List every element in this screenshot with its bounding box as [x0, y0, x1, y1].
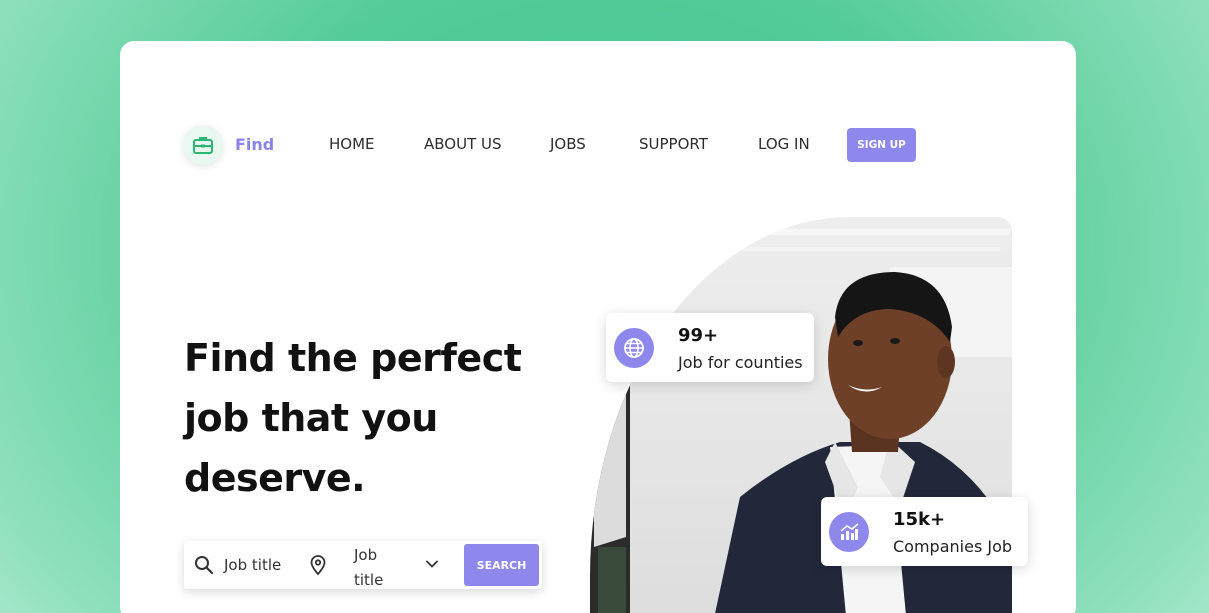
headline-line-2: job that you — [184, 396, 438, 440]
nav-support[interactable]: SUPPORT — [639, 135, 708, 153]
stat-value: 15k+ — [893, 509, 946, 530]
nav-log-in[interactable]: LOG IN — [758, 135, 810, 153]
stat-value: 99+ — [678, 325, 719, 346]
stat-card-countries: 99+ Job for counties — [606, 313, 814, 382]
stat-card-companies: 15k+ Companies Job — [821, 497, 1028, 566]
location-pin-icon — [310, 555, 326, 576]
stat-label: Companies Job — [893, 537, 1013, 556]
hero-card: Find HOME ABOUT US JOBS SUPPORT LOG IN S… — [120, 41, 1076, 613]
headline-line-3: deserve. — [184, 456, 366, 500]
hero-headline: Find the perfect job that you deserve. — [184, 328, 564, 508]
globe-icon — [624, 338, 644, 358]
nav-about-us[interactable]: ABOUT US — [424, 135, 502, 153]
briefcase-icon — [193, 137, 213, 154]
logo-badge[interactable] — [183, 125, 223, 165]
chart-icon — [840, 523, 859, 540]
stat-label: Job for counties — [678, 353, 803, 372]
headline-line-1: Find the perfect — [184, 336, 522, 380]
search-button[interactable]: SEARCH — [464, 544, 539, 586]
chart-icon-badge — [829, 512, 869, 552]
sign-up-button[interactable]: SIGN UP — [847, 128, 916, 162]
brand-name[interactable]: Find — [235, 135, 274, 154]
nav-jobs[interactable]: JOBS — [550, 135, 586, 153]
globe-icon-badge — [614, 328, 654, 368]
location-select[interactable]: Job title — [354, 543, 400, 593]
chevron-down-icon[interactable] — [424, 556, 440, 572]
nav-home[interactable]: HOME — [329, 135, 375, 153]
job-search-bar: Job title Job title SEARCH — [184, 541, 542, 589]
search-icon — [195, 556, 214, 575]
job-title-input[interactable]: Job title — [224, 556, 281, 574]
